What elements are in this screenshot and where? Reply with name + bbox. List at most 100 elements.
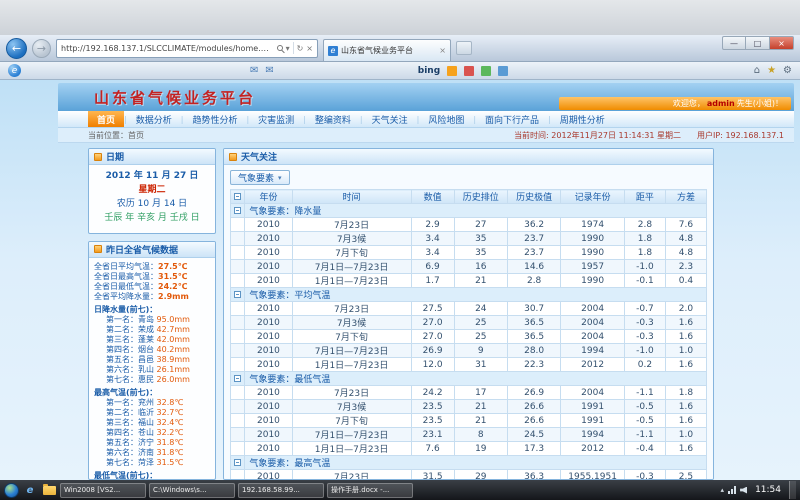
menu-item-4[interactable]: 整编资料 xyxy=(306,111,360,127)
rank-item: 第三名：蓬莱 42.0mm xyxy=(94,335,210,345)
collapse-checkbox-icon[interactable] xyxy=(234,375,241,382)
window-controls: — □ × xyxy=(722,36,794,50)
table-header-cell: 方差 xyxy=(665,190,706,204)
element-filter-button[interactable]: 气象要素 ▾ xyxy=(230,170,290,185)
menu-item-7[interactable]: 面向下行产品 xyxy=(476,111,548,127)
rank-section-title: 最高气温(前七)： xyxy=(94,388,210,398)
weather-table-body: 气象要素：降水量20107月23日2.92736.219742.87.62010… xyxy=(231,204,707,480)
collapse-checkbox-icon[interactable] xyxy=(234,207,241,214)
table-cell-spacer xyxy=(231,428,245,442)
home-icon[interactable]: ⌂ xyxy=(754,65,760,76)
network-icon[interactable] xyxy=(728,486,736,494)
menu-item-3[interactable]: 灾害监测 xyxy=(249,111,303,127)
window-minimize-button[interactable]: — xyxy=(722,36,746,50)
hidden-icons-chevron-icon[interactable]: ▴ xyxy=(721,486,725,494)
table-cell: 4.8 xyxy=(665,232,706,246)
table-cell: 1.6 xyxy=(665,316,706,330)
table-cell: 2010 xyxy=(245,414,292,428)
refresh-icon[interactable]: ↻ xyxy=(297,44,304,53)
table-row: 20107月3候3.43523.719901.84.8 xyxy=(231,232,707,246)
menu-item-2[interactable]: 趋势性分析 xyxy=(183,111,246,127)
address-dropdown-icon[interactable]: ▾ xyxy=(286,44,290,53)
table-cell: 1.6 xyxy=(665,442,706,456)
menu-item-5[interactable]: 天气关注 xyxy=(363,111,417,127)
table-cell: 2010 xyxy=(245,442,292,456)
table-row: 20107月23日24.21726.92004-1.11.8 xyxy=(231,386,707,400)
toolbar-plugin-blue-icon[interactable] xyxy=(498,66,508,76)
bing-icon[interactable] xyxy=(447,66,457,76)
window-maximize-button[interactable]: □ xyxy=(746,36,770,50)
start-button[interactable] xyxy=(4,483,19,498)
table-cell: 1990 xyxy=(561,274,625,288)
table-cell: 27 xyxy=(454,218,507,232)
table-cell-spacer xyxy=(231,414,245,428)
tab-favicon-icon: e xyxy=(328,46,338,56)
table-cell: 36.5 xyxy=(507,316,560,330)
table-cell: 2012 xyxy=(561,358,625,372)
table-cell: 2.9 xyxy=(411,218,454,232)
ie-taskbar-icon[interactable]: e xyxy=(22,483,38,497)
taskbar-button-3[interactable]: 操作手册.docx -... xyxy=(327,483,413,498)
taskbar-clock[interactable]: 11:54 xyxy=(751,485,785,495)
table-cell: 23.7 xyxy=(507,246,560,260)
toolbar-plugin-green-icon[interactable] xyxy=(481,66,491,76)
mail-icon[interactable]: ✉ xyxy=(250,65,258,76)
mail-alt-icon[interactable]: ✉ xyxy=(265,65,273,76)
tools-gear-icon[interactable]: ⚙ xyxy=(783,65,792,76)
search-icon[interactable] xyxy=(277,44,283,53)
table-cell: 30.7 xyxy=(507,302,560,316)
collapse-checkbox-icon[interactable] xyxy=(234,291,241,298)
show-desktop-button[interactable] xyxy=(789,481,796,499)
rank-item: 第二名：荣成 42.7mm xyxy=(94,325,210,335)
table-cell: 2010 xyxy=(245,274,292,288)
table-cell: 24.5 xyxy=(507,428,560,442)
menu-item-1[interactable]: 数据分析 xyxy=(127,111,181,127)
favorites-star-icon[interactable]: ★ xyxy=(767,65,776,76)
tab-title: 山东省气候业务平台 xyxy=(341,45,436,56)
welcome-username: admin xyxy=(707,99,735,108)
browser-tab[interactable]: e 山东省气候业务平台 × xyxy=(323,39,451,61)
table-cell: 3.4 xyxy=(411,232,454,246)
taskbar-button-0[interactable]: Win2008 [VS2... xyxy=(60,483,146,498)
site-title: 山东省气候业务平台 xyxy=(94,87,256,108)
date-line-lunar: 农历 10 月 14 日 xyxy=(91,198,213,212)
toolbar-plugin-red-icon[interactable] xyxy=(464,66,474,76)
table-cell: 7月23日 xyxy=(292,470,411,480)
select-all-checkbox-icon[interactable] xyxy=(234,193,241,200)
table-cell: 2010 xyxy=(245,400,292,414)
stop-icon[interactable]: × xyxy=(306,44,313,53)
bing-logo[interactable]: bing xyxy=(418,66,440,76)
table-cell: 36.3 xyxy=(507,470,560,480)
taskbar-button-1[interactable]: C:\Windows\s... xyxy=(149,483,235,498)
window-close-button[interactable]: × xyxy=(770,36,794,50)
table-cell: 1月1日—7月23日 xyxy=(292,358,411,372)
taskbar-button-2[interactable]: 192.168.58.99... xyxy=(238,483,324,498)
volume-icon[interactable] xyxy=(740,487,747,494)
welcome-prefix: 欢迎您， xyxy=(673,98,705,109)
group-row: 气象要素：降水量 xyxy=(231,204,707,218)
menu-item-0[interactable]: 首页 xyxy=(88,111,124,127)
current-time: 当前时间: 2012年11月27日 11:14:31 星期二 xyxy=(514,130,681,141)
table-cell: -0.3 xyxy=(624,316,665,330)
folder-taskbar-icon[interactable] xyxy=(41,483,57,497)
table-cell: -1.0 xyxy=(624,260,665,274)
table-cell: 2012 xyxy=(561,442,625,456)
back-button[interactable]: ← xyxy=(6,38,27,59)
menu-item-8[interactable]: 周期性分析 xyxy=(551,111,614,127)
address-bar[interactable]: http://192.168.137.1/SLCCLIMATE/modules/… xyxy=(56,39,318,58)
forward-button[interactable]: → xyxy=(32,39,51,58)
table-cell: 7月3候 xyxy=(292,316,411,330)
collapse-checkbox-icon[interactable] xyxy=(234,459,241,466)
table-row: 20107月23日27.52430.72004-0.72.0 xyxy=(231,302,707,316)
new-tab-button[interactable] xyxy=(456,41,472,55)
tab-close-icon[interactable]: × xyxy=(439,46,446,55)
browser-logo-icon[interactable]: e xyxy=(8,64,21,77)
table-cell: 2.8 xyxy=(624,218,665,232)
main-panel-header: 天气关注 xyxy=(224,149,713,165)
desktop-background xyxy=(0,0,800,35)
url-text[interactable]: http://192.168.137.1/SLCCLIMATE/modules/… xyxy=(61,44,274,53)
table-header-cell: 历史排位 xyxy=(454,190,507,204)
menu-item-6[interactable]: 风险地图 xyxy=(419,111,473,127)
table-cell: 1.8 xyxy=(624,232,665,246)
table-cell: 1990 xyxy=(561,232,625,246)
